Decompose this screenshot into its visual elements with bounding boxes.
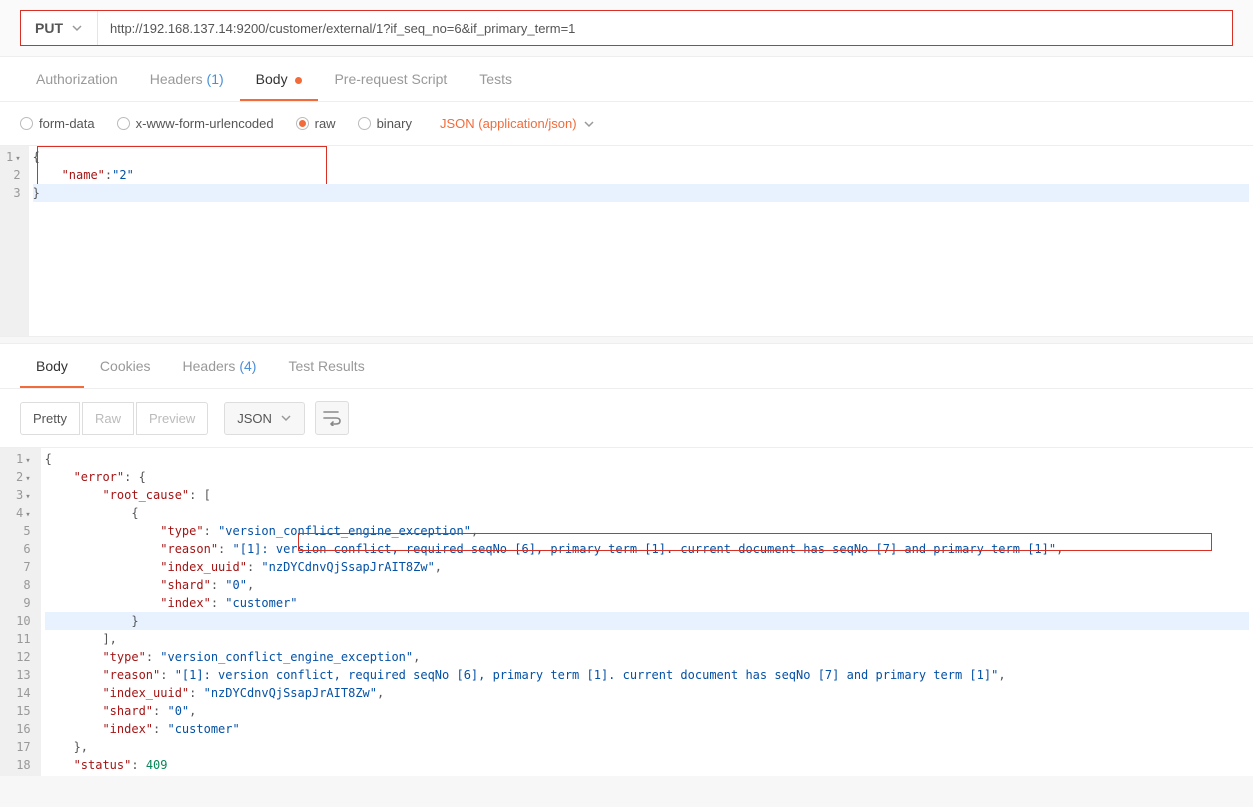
url-input-wrap	[98, 11, 1232, 45]
method-label: PUT	[35, 20, 63, 36]
response-toolbar: Pretty Raw Preview JSON	[0, 389, 1253, 447]
radio-icon	[20, 117, 33, 130]
resp-tab-body[interactable]: Body	[20, 344, 84, 388]
radio-urlencoded[interactable]: x-www-form-urlencoded	[117, 116, 274, 131]
response-format-dropdown[interactable]: JSON	[224, 402, 305, 435]
pretty-button[interactable]: Pretty	[20, 402, 80, 435]
resp-tab-testresults[interactable]: Test Results	[272, 344, 380, 388]
tab-body[interactable]: Body	[240, 57, 319, 101]
tab-body-label: Body	[256, 71, 288, 87]
preview-button[interactable]: Preview	[136, 402, 208, 435]
raw-button[interactable]: Raw	[82, 402, 134, 435]
radio-label: form-data	[39, 116, 95, 131]
radio-raw[interactable]: raw	[296, 116, 336, 131]
response-code[interactable]: { "error": { "root_cause": [ { "type": "…	[41, 448, 1253, 776]
radio-label: binary	[377, 116, 412, 131]
tab-prerequest[interactable]: Pre-request Script	[318, 57, 463, 101]
content-type-label: JSON (application/json)	[440, 116, 577, 131]
editor-gutter: 1 2 3	[0, 146, 29, 336]
tab-headers[interactable]: Headers (1)	[134, 57, 240, 101]
body-modified-dot	[295, 77, 302, 84]
request-bar-inner: PUT	[20, 10, 1233, 46]
code-key: "name"	[62, 168, 105, 182]
radio-icon	[358, 117, 371, 130]
chevron-down-icon	[71, 22, 83, 34]
request-body-editor[interactable]: 1 2 3 { "name":"2" }	[0, 145, 1253, 336]
radio-binary[interactable]: binary	[358, 116, 412, 131]
method-selector[interactable]: PUT	[21, 11, 98, 45]
response-gutter: 123456789101112131415161718	[0, 448, 41, 776]
resp-tab-headers[interactable]: Headers (4)	[167, 344, 273, 388]
chevron-down-icon	[583, 118, 595, 130]
tab-tests[interactable]: Tests	[463, 57, 528, 101]
tab-headers-label: Headers	[150, 71, 203, 87]
request-tabs: Authorization Headers (1) Body Pre-reque…	[0, 57, 1253, 102]
radio-label: x-www-form-urlencoded	[136, 116, 274, 131]
code-text: {	[33, 150, 40, 164]
radio-icon	[117, 117, 130, 130]
radio-form-data[interactable]: form-data	[20, 116, 95, 131]
tab-authorization[interactable]: Authorization	[20, 57, 134, 101]
editor-code[interactable]: { "name":"2" }	[29, 146, 1253, 336]
radio-icon	[296, 117, 309, 130]
url-input[interactable]	[98, 11, 1232, 45]
resp-tab-cookies[interactable]: Cookies	[84, 344, 167, 388]
radio-label: raw	[315, 116, 336, 131]
chevron-down-icon	[280, 412, 292, 424]
wrap-icon	[323, 410, 341, 426]
wrap-lines-button[interactable]	[315, 401, 349, 435]
content-type-dropdown[interactable]: JSON (application/json)	[440, 116, 595, 131]
code-val: "2"	[112, 168, 134, 182]
resp-tab-headers-label: Headers	[183, 358, 236, 374]
code-text: }	[33, 186, 40, 200]
panel-separator	[0, 336, 1253, 344]
format-label: JSON	[237, 411, 272, 426]
request-bar: PUT	[0, 0, 1253, 57]
response-body-editor[interactable]: 123456789101112131415161718 { "error": {…	[0, 447, 1253, 776]
response-tabs: Body Cookies Headers (4) Test Results	[0, 344, 1253, 389]
body-type-row: form-data x-www-form-urlencoded raw bina…	[0, 102, 1253, 145]
headers-count: (1)	[207, 71, 224, 87]
resp-headers-count: (4)	[239, 358, 256, 374]
